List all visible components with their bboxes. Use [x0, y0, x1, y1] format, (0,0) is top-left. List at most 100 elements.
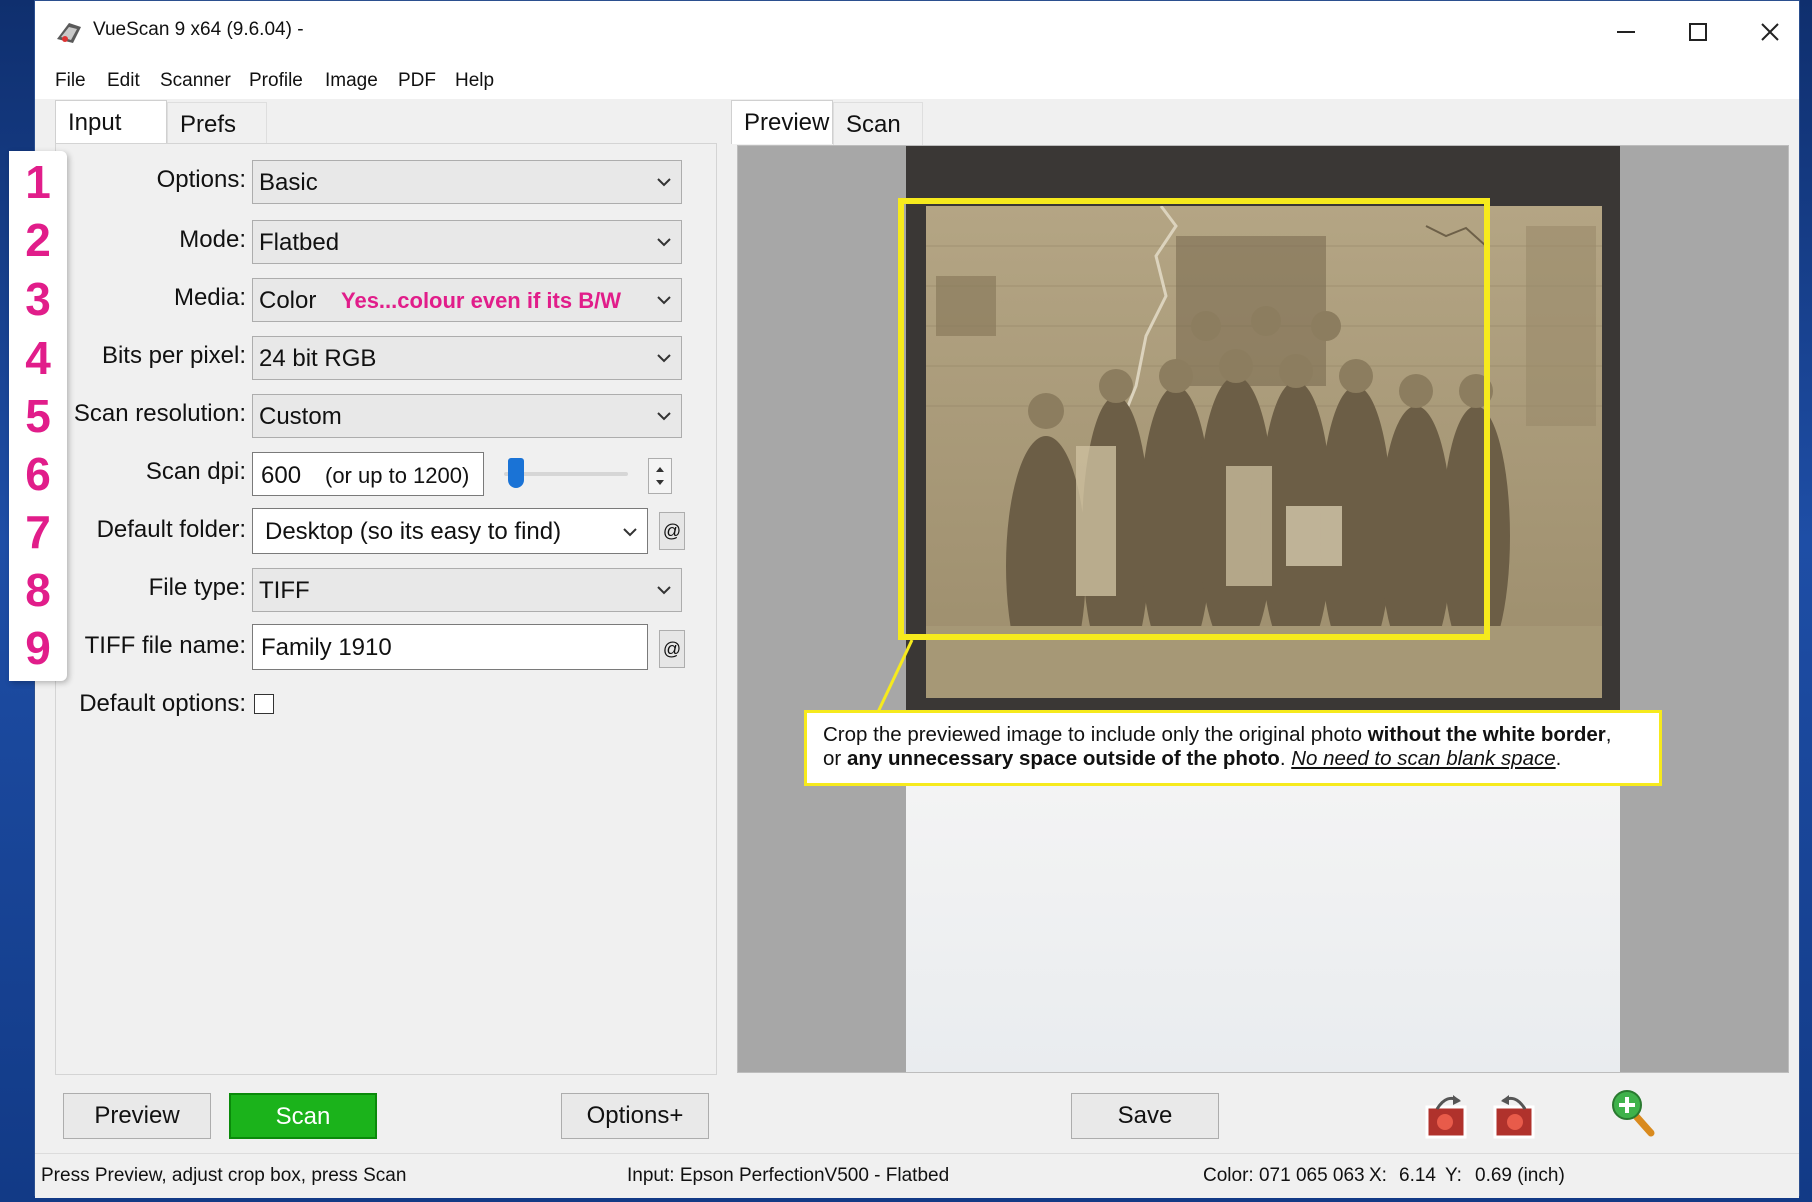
scan-dpi-spinner[interactable]	[648, 458, 672, 494]
step-number: 3	[25, 273, 51, 325]
status-color: Color: 071 065 063	[1203, 1165, 1365, 1186]
chevron-down-icon	[623, 528, 637, 537]
callout-underlined-text: No need to scan blank space	[1291, 747, 1556, 770]
callout-bold-text: without the white border	[1367, 723, 1606, 746]
mode-value: Flatbed	[259, 229, 340, 256]
media-label: Media:	[173, 284, 246, 311]
callout-text: Crop the previewed image to include only…	[823, 723, 1368, 746]
media-annotation: Yes...colour even if its B/W	[341, 288, 621, 313]
menu-scanner[interactable]: Scanner	[160, 63, 231, 99]
menu-edit[interactable]: Edit	[107, 63, 140, 99]
callout-leader-line	[876, 639, 914, 713]
minimize-button[interactable]	[1595, 11, 1657, 53]
callout-text: .	[1279, 747, 1292, 770]
menu-help[interactable]: Help	[455, 63, 494, 99]
minimize-icon	[1617, 31, 1635, 33]
callout-bold-text: any unnecessary space outside of the pho…	[846, 747, 1280, 770]
chevron-down-icon	[657, 178, 671, 187]
bits-per-pixel-label: Bits per pixel:	[101, 342, 246, 369]
folder-at-button[interactable]: @	[659, 512, 685, 550]
status-y-label: Y:	[1445, 1165, 1462, 1186]
menu-profile[interactable]: Profile	[249, 63, 303, 99]
media-value: Color	[259, 287, 317, 314]
default-options-checkbox[interactable]	[254, 694, 274, 714]
mode-label: Mode:	[179, 226, 246, 253]
rotate-left-icon[interactable]	[1423, 1089, 1473, 1141]
tab-scan[interactable]: Scan	[833, 102, 923, 146]
status-input-device: Input: Epson PerfectionV500 - Flatbed	[627, 1165, 950, 1186]
callout-text: ,	[1605, 723, 1612, 746]
scan-resolution-select[interactable]: Custom	[252, 394, 682, 438]
maximize-icon	[1689, 23, 1707, 41]
scan-button[interactable]: Scan	[229, 1093, 377, 1139]
step-number: 1	[25, 156, 51, 208]
step-number: 5	[25, 390, 51, 442]
scan-dpi-value: 600	[261, 462, 302, 489]
input-settings-panel: Options: Basic Mode: Flatbed Media: Colo…	[55, 143, 717, 1075]
preview-pane[interactable]: Crop the previewed image to include only…	[737, 145, 1789, 1073]
tiff-file-name-label: TIFF file name:	[84, 632, 246, 659]
tiff-file-name-input[interactable]: Family 1910	[252, 624, 648, 670]
scan-dpi-input[interactable]: 600 (or up to 1200)	[252, 452, 484, 496]
rotate-right-icon[interactable]	[1489, 1089, 1539, 1141]
default-folder-value: Desktop (so its easy to find)	[265, 518, 562, 545]
menu-file[interactable]: File	[55, 63, 86, 99]
file-type-value: TIFF	[259, 577, 310, 604]
title-bar: VueScan 9 x64 (9.6.04) -	[35, 1, 1799, 63]
menu-image[interactable]: Image	[325, 63, 378, 99]
step-number-column: 1 2 3 4 5 6 7 8 9	[9, 151, 67, 681]
close-button[interactable]	[1739, 11, 1801, 53]
maximize-button[interactable]	[1667, 11, 1729, 53]
step-number: 6	[25, 448, 51, 500]
save-button[interactable]: Save	[1071, 1093, 1219, 1139]
scan-dpi-label: Scan dpi:	[145, 458, 246, 485]
tiff-file-name-value: Family 1910	[261, 634, 392, 661]
close-icon	[1761, 23, 1779, 41]
menu-pdf[interactable]: PDF	[398, 63, 436, 99]
default-folder-select[interactable]: Desktop (so its easy to find)	[252, 508, 648, 554]
spinner-arrows-icon	[656, 467, 664, 485]
status-y-value: 0.69 (inch)	[1475, 1165, 1565, 1186]
step-number: 9	[25, 622, 51, 674]
tab-input[interactable]: Input	[55, 100, 167, 144]
default-folder-label: Default folder:	[96, 516, 246, 543]
menu-bar: File Edit Scanner Profile Image PDF Help	[35, 63, 1799, 99]
media-select[interactable]: Color Yes...colour even if its B/W	[252, 278, 682, 322]
preview-button[interactable]: Preview	[63, 1093, 211, 1139]
default-options-label: Default options:	[79, 690, 246, 717]
scan-dpi-hint: (or up to 1200)	[325, 463, 470, 488]
chevron-down-icon	[657, 238, 671, 247]
status-bar: Press Preview, adjust crop box, press Sc…	[35, 1153, 1799, 1198]
step-number: 7	[25, 506, 51, 558]
chevron-down-icon	[657, 354, 671, 363]
window-title: VueScan 9 x64 (9.6.04) -	[93, 19, 304, 40]
vuescan-window: VueScan 9 x64 (9.6.04) - File Edit Scann…	[9, 0, 1800, 1198]
chevron-down-icon	[657, 412, 671, 421]
tab-preview[interactable]: Preview	[731, 100, 833, 144]
scan-dpi-slider-thumb[interactable]	[508, 458, 524, 488]
mode-select[interactable]: Flatbed	[252, 220, 682, 264]
step-number: 8	[25, 564, 51, 616]
crop-instruction-callout: Crop the previewed image to include only…	[804, 710, 1662, 786]
status-hint: Press Preview, adjust crop box, press Sc…	[41, 1165, 407, 1186]
tab-prefs[interactable]: Prefs	[167, 102, 267, 146]
bits-per-pixel-select[interactable]: 24 bit RGB	[252, 336, 682, 380]
scan-resolution-label: Scan resolution:	[73, 400, 246, 427]
options-select[interactable]: Basic	[252, 160, 682, 204]
options-value: Basic	[259, 169, 318, 196]
zoom-in-icon[interactable]	[1609, 1087, 1659, 1139]
bits-per-pixel-value: 24 bit RGB	[259, 345, 377, 372]
chevron-down-icon	[657, 586, 671, 595]
vuescan-app-icon	[57, 23, 81, 43]
step-number: 4	[25, 332, 51, 384]
file-type-select[interactable]: TIFF	[252, 568, 682, 612]
status-x-label: X:	[1369, 1165, 1387, 1186]
filename-at-button[interactable]: @	[659, 630, 685, 668]
chevron-down-icon	[657, 296, 671, 305]
status-x-value: 6.14	[1399, 1165, 1436, 1186]
step-number: 2	[25, 214, 51, 266]
callout-text: .	[1555, 747, 1562, 770]
file-type-label: File type:	[148, 574, 246, 601]
callout-text: or	[823, 747, 847, 770]
options-plus-button[interactable]: Options+	[561, 1093, 709, 1139]
